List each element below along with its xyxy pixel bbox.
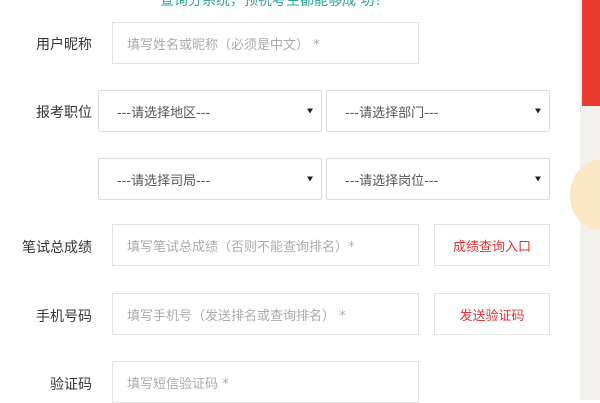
side-red-banner xyxy=(582,0,600,106)
side-decoration xyxy=(570,160,600,230)
code-input[interactable]: 填写短信验证码 * xyxy=(112,361,419,403)
chevron-down-icon xyxy=(307,108,313,114)
score-label: 笔试总成绩 xyxy=(22,240,92,256)
score-placeholder: 填写笔试总成绩（否则不能查询排名）* xyxy=(127,239,355,255)
bureau-select[interactable]: ---请选择司局--- xyxy=(98,158,322,200)
nickname-placeholder: 填写姓名或昵称（必须是中文） * xyxy=(127,37,320,53)
phone-placeholder: 填写手机号（发送排名或查询排名） * xyxy=(127,308,346,324)
send-code-button-label: 发送验证码 xyxy=(459,308,525,324)
region-select[interactable]: ---请选择地区--- xyxy=(98,90,322,132)
code-label: 验证码 xyxy=(50,377,92,393)
bureau-select-value: ---请选择司局--- xyxy=(117,173,211,189)
chevron-down-icon xyxy=(535,176,541,182)
post-select[interactable]: ---请选择岗位--- xyxy=(326,158,550,200)
phone-label: 手机号码 xyxy=(36,309,92,325)
region-select-value: ---请选择地区--- xyxy=(117,105,211,121)
nickname-label: 用户昵称 xyxy=(36,37,92,53)
post-select-value: ---请选择岗位--- xyxy=(345,173,439,189)
code-placeholder: 填写短信验证码 * xyxy=(127,376,229,392)
send-code-button[interactable]: 发送验证码 xyxy=(434,293,550,335)
score-input[interactable]: 填写笔试总成绩（否则不能查询排名）* xyxy=(112,224,419,266)
position-label: 报考职位 xyxy=(36,105,92,121)
chevron-down-icon xyxy=(535,108,541,114)
phone-input[interactable]: 填写手机号（发送排名或查询排名） * xyxy=(112,293,419,335)
department-select[interactable]: ---请选择部门--- xyxy=(326,90,550,132)
nickname-input[interactable]: 填写姓名或昵称（必须是中文） * xyxy=(112,22,419,64)
chevron-down-icon xyxy=(307,176,313,182)
score-query-button-label: 成绩查询入口 xyxy=(452,239,531,255)
score-query-button[interactable]: 成绩查询入口 xyxy=(434,224,550,266)
department-select-value: ---请选择部门--- xyxy=(345,105,439,121)
top-note: 查询分系统，预祝考生都能够成 功！ xyxy=(160,0,389,9)
